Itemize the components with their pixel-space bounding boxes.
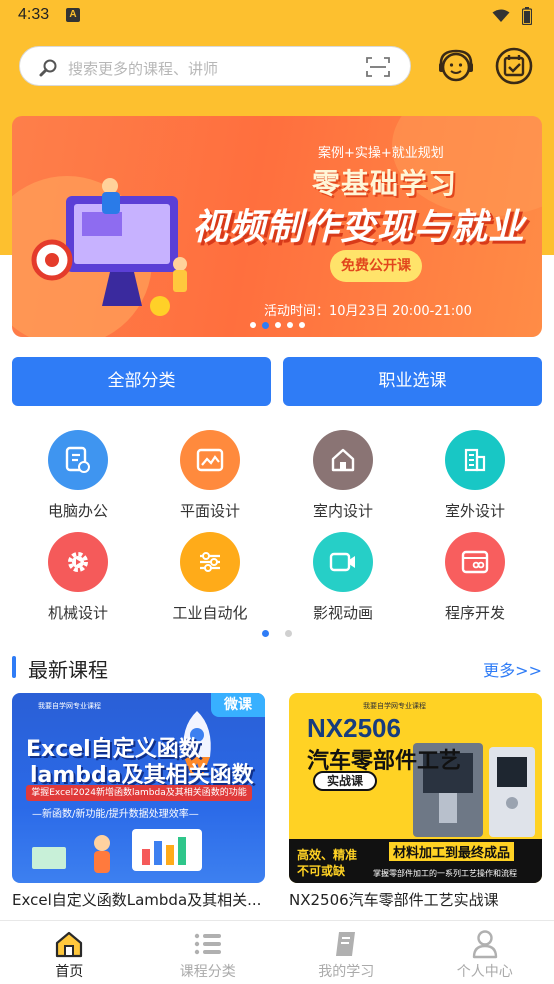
thumbnail-footer-text: 高效、精准 (297, 848, 358, 862)
course-title: NX2506汽车零部件工艺实战课 (289, 891, 499, 909)
grid-page-indicator (262, 630, 292, 637)
thumbnail-header: 我要自学网专业课程 (363, 702, 426, 710)
grid-label: 电脑办公 (47, 502, 108, 520)
book-icon (277, 929, 416, 959)
status-bar: 4:33 A (0, 0, 554, 32)
house-icon (313, 430, 373, 490)
section-accent-bar (12, 656, 16, 678)
battery-icon (521, 7, 533, 29)
notification-icon: A (66, 8, 80, 22)
grid-label: 平面设计 (179, 502, 240, 520)
code-window-icon (445, 532, 505, 592)
search-placeholder: 搜索更多的课程、讲师 (68, 60, 219, 78)
scan-icon[interactable] (366, 56, 390, 82)
sliders-icon (180, 532, 240, 592)
grid-item-interior-design[interactable]: 室内设计 (283, 430, 403, 521)
banner-time: 活动时间：10月23日 20:00-21:00 (264, 304, 472, 319)
course-thumbnail: 我要自学网专业课程 Excel自定义函数 lambda及其相关函数 掌握Exce… (12, 693, 265, 883)
banner-title: 零基础学习 (312, 167, 458, 200)
gear-icon (48, 532, 108, 592)
grid-label: 影视动画 (312, 604, 373, 622)
tab-label: 个人中心 (456, 964, 513, 980)
section-title: 最新课程 (28, 658, 108, 682)
grid-item-programming[interactable]: 程序开发 (415, 532, 535, 623)
thumbnail-footer-text: 不可或缺 (297, 864, 346, 878)
tab-course-categories[interactable]: 课程分类 (139, 921, 278, 984)
tab-home[interactable]: 首页 (0, 921, 139, 984)
career-course-button[interactable]: 职业选课 (283, 357, 542, 406)
micro-course-badge: 微课 (211, 693, 265, 717)
home-icon (0, 929, 139, 959)
banner-illustration (31, 178, 187, 316)
course-thumbnail: 我要自学网专业课程 NX2506 汽车零部件工艺 实战课 高效、精准 不可或缺 … (289, 693, 542, 883)
status-time: 4:33 (18, 6, 50, 23)
document-icon (48, 430, 108, 490)
grid-page-dot[interactable] (285, 630, 292, 637)
thumbnail-tag: 实战课 (313, 771, 377, 791)
thumbnail-footer-text: 材料加工到最终成品 (389, 842, 515, 861)
carousel-dot[interactable] (287, 322, 293, 328)
wifi-icon (492, 8, 510, 27)
thumbnail-title: NX2506 (307, 713, 401, 743)
banner-headline: 视频制作变现与就业 (192, 207, 526, 248)
promo-banner[interactable]: 案例+实操+就业规划 零基础学习 视频制作变现与就业 免费公开课 活动时间：10… (12, 116, 542, 337)
grid-item-office[interactable]: 电脑办公 (18, 430, 138, 521)
video-camera-icon (313, 532, 373, 592)
grid-item-film-animation[interactable]: 影视动画 (283, 532, 403, 623)
image-icon (180, 430, 240, 490)
course-card[interactable]: 我要自学网专业课程 NX2506 汽车零部件工艺 实战课 高效、精准 不可或缺 … (289, 693, 542, 926)
grid-item-graphic-design[interactable]: 平面设计 (150, 430, 270, 521)
calendar-check-icon[interactable] (494, 46, 534, 86)
grid-label: 工业自动化 (172, 604, 248, 622)
person-icon (416, 929, 554, 959)
tab-label: 课程分类 (179, 964, 236, 980)
grid-label: 室内设计 (312, 502, 373, 520)
search-icon (38, 58, 58, 82)
course-card[interactable]: 我要自学网专业课程 Excel自定义函数 lambda及其相关函数 掌握Exce… (12, 693, 265, 926)
building-icon (445, 430, 505, 490)
thumbnail-ribbon: 掌握Excel2024新增函数lambda及其相关函数的功能 (26, 785, 252, 801)
course-title: Excel自定义函数Lambda及其相关... (12, 891, 262, 909)
customer-service-icon[interactable] (436, 46, 476, 86)
carousel-indicator (250, 322, 305, 329)
thumbnail-footer-text: 掌握零部件加工的一系列工艺操作和流程 (373, 869, 517, 878)
carousel-dot-active[interactable] (262, 322, 269, 329)
grid-label: 程序开发 (444, 604, 505, 622)
thumbnail-subtitle: —新函数/新功能/提升数据处理效率— (32, 809, 199, 820)
banner-tagline: 案例+实操+就业规划 (318, 146, 444, 161)
all-categories-button[interactable]: 全部分类 (12, 357, 271, 406)
more-link[interactable]: 更多>> (483, 657, 542, 681)
carousel-dot[interactable] (299, 322, 305, 328)
tab-label: 首页 (55, 964, 84, 980)
search-input[interactable]: 搜索更多的课程、讲师 (19, 46, 411, 86)
grid-label: 室外设计 (444, 502, 505, 520)
thumbnail-header: 我要自学网专业课程 (38, 702, 101, 710)
grid-item-mechanical-design[interactable]: 机械设计 (18, 532, 138, 623)
grid-item-exterior-design[interactable]: 室外设计 (415, 430, 535, 521)
thumbnail-illustration (32, 829, 202, 873)
tab-my-learning[interactable]: 我的学习 (277, 921, 416, 984)
grid-page-dot-active[interactable] (262, 630, 269, 637)
carousel-dot[interactable] (275, 322, 281, 328)
list-icon (139, 929, 278, 959)
grid-label: 机械设计 (47, 604, 108, 622)
bottom-tab-bar: 首页 课程分类 我的学习 个人中心 (0, 920, 554, 984)
carousel-dot[interactable] (250, 322, 256, 328)
grid-item-industrial-automation[interactable]: 工业自动化 (150, 532, 270, 623)
banner-free-class-button[interactable]: 免费公开课 (330, 250, 422, 282)
tab-label: 我的学习 (318, 964, 375, 980)
tab-profile[interactable]: 个人中心 (416, 921, 554, 984)
